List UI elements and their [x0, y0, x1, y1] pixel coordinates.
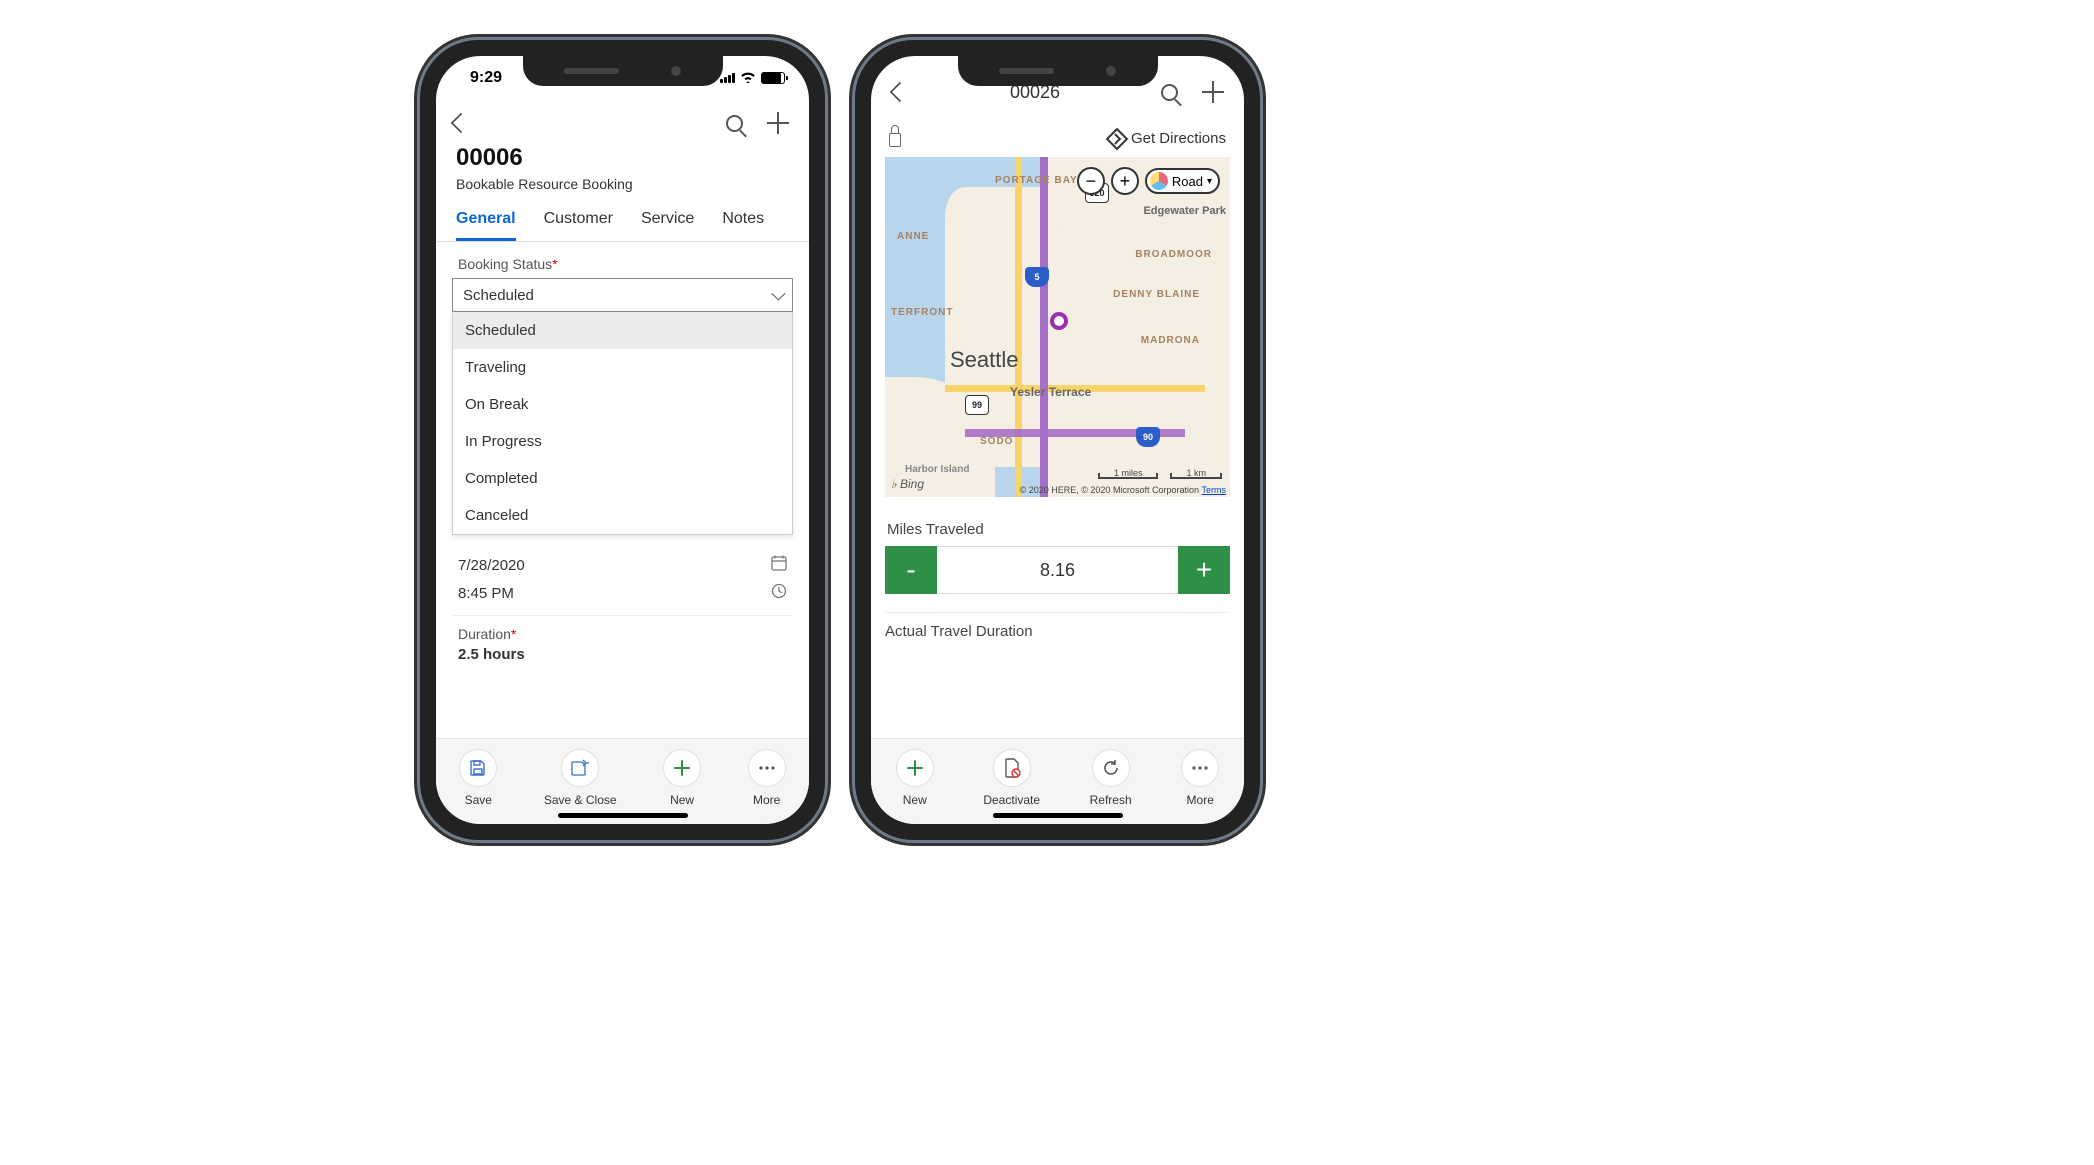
map-label-broadmoor: BROADMOOR	[1135, 249, 1212, 260]
plus-icon	[673, 759, 691, 777]
back-button[interactable]	[890, 82, 910, 102]
status-time: 9:29	[470, 69, 502, 87]
search-icon[interactable]	[726, 115, 743, 132]
miles-traveled-label: Miles Traveled	[885, 521, 1230, 546]
option-on-break[interactable]: On Break	[453, 386, 792, 423]
command-bar: New Deactivate Refresh More	[871, 738, 1244, 824]
phone-frame-1: 9:29 00006 Bookable Resource B	[420, 40, 825, 840]
booking-status-dropdown: Scheduled Traveling On Break In Progress…	[452, 312, 793, 535]
map-type-select[interactable]: Road ▾	[1145, 168, 1220, 194]
map-label-terfront: TERFRONT	[891, 307, 953, 318]
map-label-denny-blaine: DENNY BLAINE	[1113, 289, 1200, 300]
more-button[interactable]: More	[1181, 749, 1219, 807]
bing-logo: ♭ Bing	[891, 477, 924, 491]
shield-i5: 5	[1025, 267, 1049, 287]
map-zoom-in[interactable]: +	[1111, 167, 1139, 195]
deactivate-button[interactable]: Deactivate	[983, 749, 1040, 807]
more-icon	[1191, 765, 1209, 771]
shield-99: 99	[965, 395, 989, 415]
save-icon	[469, 759, 487, 777]
map-pin	[1050, 312, 1068, 330]
map-city-label: Seattle	[950, 347, 1019, 373]
new-button[interactable]: New	[663, 749, 701, 807]
time-value[interactable]: 8:45 PM	[458, 585, 514, 602]
notch	[958, 56, 1158, 86]
refresh-button[interactable]: Refresh	[1090, 749, 1132, 807]
back-button[interactable]	[451, 113, 471, 133]
more-button[interactable]: More	[748, 749, 786, 807]
add-icon[interactable]	[767, 112, 789, 134]
option-in-progress[interactable]: In Progress	[453, 423, 792, 460]
tab-customer[interactable]: Customer	[544, 200, 613, 241]
date-value[interactable]: 7/28/2020	[458, 557, 525, 574]
battery-icon	[761, 72, 785, 84]
signal-icon	[720, 73, 735, 83]
miles-value[interactable]: 8.16	[937, 546, 1178, 594]
tab-notes[interactable]: Notes	[722, 200, 764, 241]
option-traveling[interactable]: Traveling	[453, 349, 792, 386]
search-icon[interactable]	[1161, 84, 1178, 101]
save-close-button[interactable]: Save & Close	[544, 749, 617, 807]
refresh-icon	[1102, 759, 1120, 777]
shield-i90: 90	[1136, 427, 1160, 447]
booking-status-label: Booking Status*	[452, 256, 793, 272]
globe-icon	[1150, 172, 1168, 190]
tab-service[interactable]: Service	[641, 200, 694, 241]
option-scheduled[interactable]: Scheduled	[453, 312, 792, 349]
booking-status-select[interactable]: Scheduled	[452, 278, 793, 312]
plus-icon	[906, 759, 924, 777]
new-button[interactable]: New	[896, 749, 934, 807]
map-label-portage-bay: PORTAGE BAY	[995, 175, 1078, 186]
home-indicator[interactable]	[993, 813, 1123, 818]
miles-decrement[interactable]: -	[885, 546, 937, 594]
map-label-anne: ANNE	[897, 231, 929, 242]
directions-icon	[1106, 127, 1129, 150]
lock-icon	[889, 133, 901, 147]
deactivate-icon	[1003, 758, 1021, 778]
map-zoom-out[interactable]: −	[1077, 167, 1105, 195]
tab-general[interactable]: General	[456, 200, 516, 241]
miles-stepper: - 8.16 +	[885, 546, 1230, 594]
map[interactable]: PORTAGE BAY Edgewater Park ANNE BROADMOO…	[885, 157, 1230, 497]
page-title: 00006	[456, 144, 789, 172]
map-attribution: © 2020 HERE, © 2020 Microsoft Corporatio…	[1020, 485, 1226, 495]
command-bar: Save Save & Close New More	[436, 738, 809, 824]
map-label-edgewater: Edgewater Park	[1143, 205, 1226, 217]
actual-travel-duration-label: Actual Travel Duration	[885, 612, 1230, 640]
map-label-madrona: MADRONA	[1141, 335, 1200, 346]
map-label-harbor: Harbor Island	[905, 464, 969, 475]
save-close-icon	[570, 759, 590, 777]
clock-icon[interactable]	[771, 583, 787, 603]
map-scale: 1 miles 1 km	[1098, 473, 1222, 479]
option-canceled[interactable]: Canceled	[453, 497, 792, 534]
wifi-icon	[740, 70, 756, 86]
add-icon[interactable]	[1202, 81, 1224, 103]
calendar-icon[interactable]	[771, 555, 787, 575]
map-label-yesler: Yesler Terrace	[1010, 385, 1091, 399]
option-completed[interactable]: Completed	[453, 460, 792, 497]
booking-status-value: Scheduled	[463, 287, 534, 304]
more-icon	[758, 765, 776, 771]
map-label-sodo: SODO	[980, 436, 1013, 447]
page-subtitle: Bookable Resource Booking	[456, 176, 789, 192]
miles-increment[interactable]: +	[1178, 546, 1230, 594]
chevron-down-icon	[771, 287, 785, 301]
duration-value[interactable]: 2.5 hours	[458, 646, 525, 663]
phone-frame-2: 00026 Get Directions PORTAGE BAY	[855, 40, 1260, 840]
home-indicator[interactable]	[558, 813, 688, 818]
get-directions-button[interactable]: Get Directions	[1109, 130, 1226, 147]
duration-label: Duration*	[458, 626, 787, 642]
save-button[interactable]: Save	[459, 749, 497, 807]
tab-bar: General Customer Service Notes	[436, 200, 809, 242]
notch	[523, 56, 723, 86]
map-terms-link[interactable]: Terms	[1202, 485, 1227, 495]
